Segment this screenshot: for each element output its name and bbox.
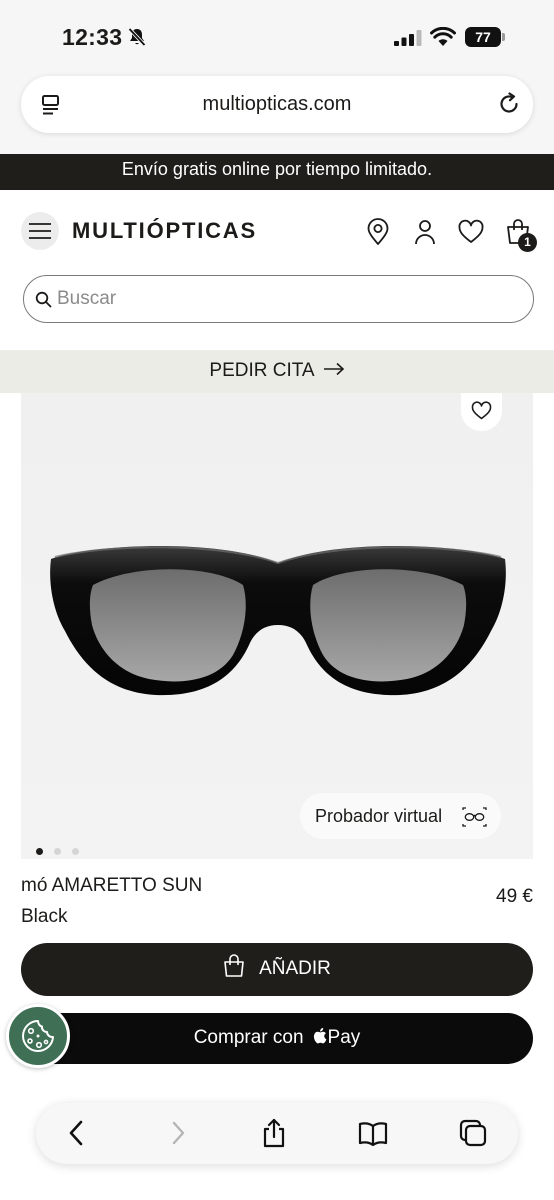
menu-button[interactable] <box>21 212 59 250</box>
battery-icon: 77 <box>465 27 505 47</box>
site-header: MULTIÓPTICAS 1 <box>0 190 554 350</box>
cookie-icon <box>22 1020 54 1052</box>
carousel-dot[interactable] <box>72 848 79 855</box>
shopping-bag-icon <box>224 954 244 977</box>
bell-off-icon <box>128 27 146 47</box>
product-image-carousel[interactable]: Probador virtual <box>21 393 533 859</box>
heart-icon <box>471 401 492 420</box>
add-to-cart-label: AÑADIR <box>259 958 331 979</box>
tabs-icon[interactable] <box>458 1118 488 1148</box>
virtual-tryon-button[interactable]: Probador virtual <box>300 793 501 839</box>
sunglasses-product-image <box>50 545 506 696</box>
apple-logo-icon <box>313 1028 326 1044</box>
share-icon[interactable] <box>259 1118 289 1148</box>
heart-icon[interactable] <box>457 218 485 246</box>
glasses-icon <box>462 807 487 827</box>
arrow-right-icon <box>323 363 344 376</box>
status-time: 12:33 <box>62 24 123 50</box>
carousel-pagination[interactable] <box>36 848 96 856</box>
battery-level: 77 <box>465 27 501 47</box>
back-icon[interactable] <box>62 1118 92 1148</box>
cellular-signal-icon <box>394 30 422 46</box>
product-name: mó AMARETTO SUN <box>21 875 203 896</box>
cookie-settings-button[interactable] <box>6 1004 70 1068</box>
appointment-banner[interactable]: PEDIR CITA <box>0 350 554 393</box>
appointment-link[interactable]: PEDIR CITA <box>209 360 344 382</box>
carousel-dot[interactable] <box>36 848 43 855</box>
carousel-dot[interactable] <box>54 848 61 855</box>
browser-address-area: multiopticas.com <box>0 76 554 154</box>
add-to-cart-button[interactable]: AÑADIR <box>21 943 533 996</box>
status-bar: 12:33 77 <box>0 0 554 76</box>
product-color: Black <box>21 906 68 927</box>
account-icon[interactable] <box>411 218 439 246</box>
site-logo[interactable]: MULTIÓPTICAS <box>72 218 257 244</box>
search-icon <box>35 291 52 308</box>
product-price: 49 € <box>496 886 533 907</box>
appointment-label: PEDIR CITA <box>209 360 315 381</box>
apple-pay-button[interactable]: Comprar con Pay <box>21 1013 533 1064</box>
apple-pay-prefix: Comprar con <box>193 1027 304 1048</box>
menu-icon <box>29 223 51 239</box>
virtual-tryon-label: Probador virtual <box>315 806 443 826</box>
address-bar[interactable]: multiopticas.com <box>21 76 533 133</box>
search-bar[interactable] <box>23 275 534 323</box>
url-text[interactable]: multiopticas.com <box>21 93 533 116</box>
search-input[interactable] <box>57 285 517 313</box>
apple-pay-suffix: Pay <box>327 1027 361 1048</box>
wifi-icon <box>430 27 456 46</box>
browser-toolbar <box>36 1103 518 1164</box>
promo-banner: Envío gratis online por tiempo limitado. <box>0 154 554 190</box>
location-pin-icon[interactable] <box>364 218 392 246</box>
reload-icon[interactable] <box>497 92 521 116</box>
add-to-favorites-button[interactable] <box>461 393 502 431</box>
forward-icon[interactable] <box>163 1118 193 1148</box>
cart-count-badge: 1 <box>518 233 537 252</box>
bookmarks-icon[interactable] <box>358 1118 388 1148</box>
